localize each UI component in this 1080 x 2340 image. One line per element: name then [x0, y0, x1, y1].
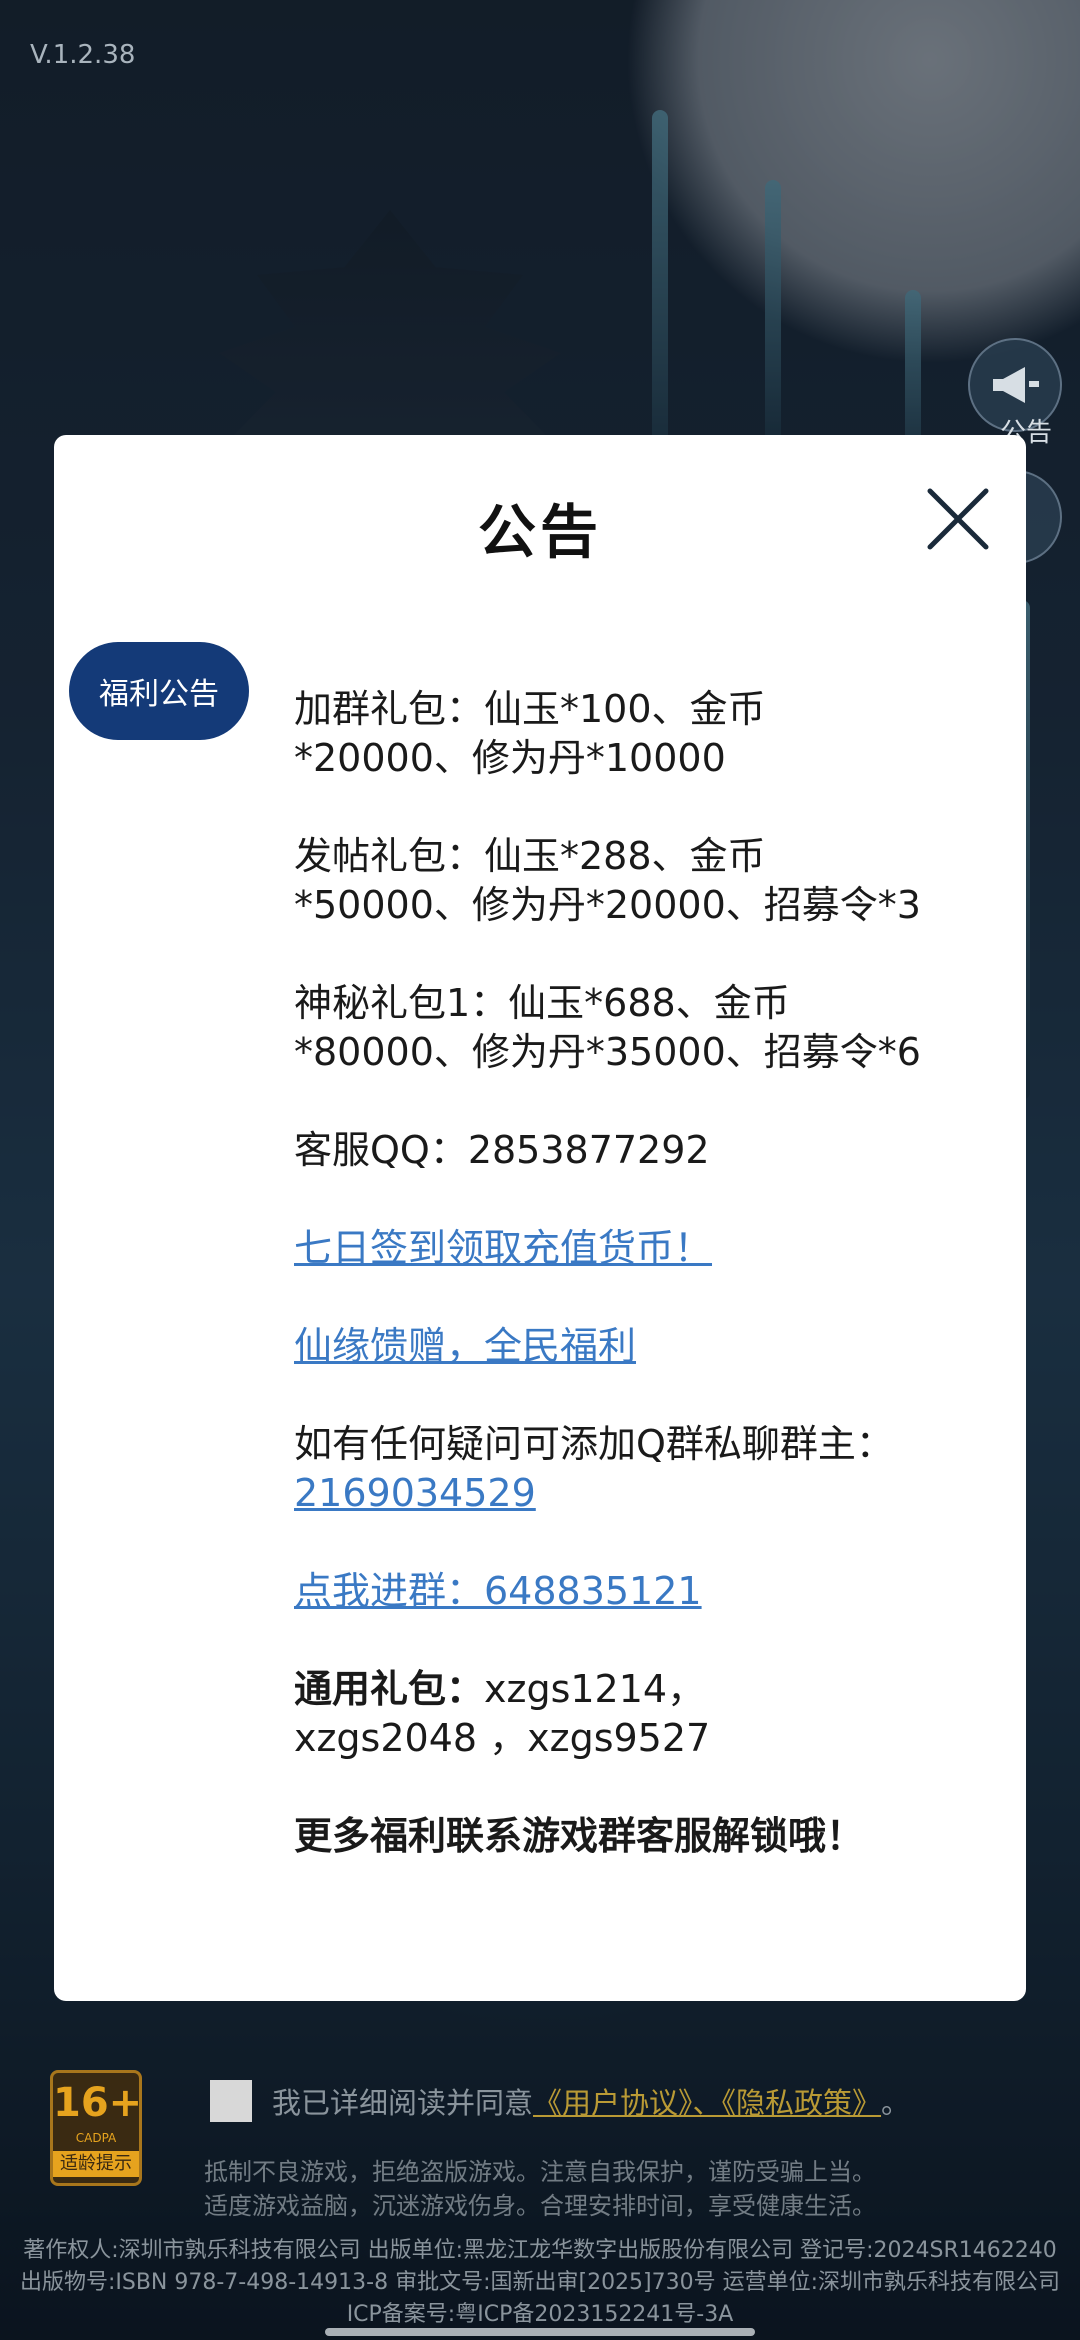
question-contact: 如有任何疑问可添加Q群私聊群主： 2169034529 — [294, 1420, 994, 1518]
gift-join-line2: *20000、修为丹*10000 — [294, 736, 726, 780]
seven-day-signin-link[interactable]: 七日签到领取充值货币！ — [294, 1226, 712, 1270]
gift-code-rest: xzgs2048 ，xzgs9527 — [294, 1716, 711, 1760]
gift-join-group: 加群礼包：仙玉*100、金币 *20000、修为丹*10000 — [294, 685, 994, 783]
gift-code-first: xzgs1214， — [484, 1667, 706, 1711]
age-rating-org: CADPA — [75, 2131, 117, 2145]
join-group-link[interactable]: 点我进群：648835121 — [294, 1569, 702, 1613]
group-owner-link[interactable]: 2169034529 — [294, 1471, 536, 1515]
megaphone-icon — [993, 367, 1039, 403]
support-qq: 客服QQ：2853877292 — [294, 1128, 710, 1172]
close-button[interactable] — [926, 487, 990, 551]
announcement-modal: 公告 福利公告 加群礼包：仙玉*100、金币 *20000、修为丹*10000 … — [54, 435, 1026, 2001]
tab-welfare-announcement[interactable]: 福利公告 — [69, 642, 249, 740]
modal-title: 公告 — [477, 498, 602, 566]
gift-mystery-line1: 神秘礼包1：仙玉*688、金币 — [294, 981, 790, 1025]
gift-mystery: 神秘礼包1：仙玉*688、金币 *80000、修为丹*35000、招募令*6 — [294, 979, 994, 1077]
home-indicator[interactable] — [325, 2328, 755, 2336]
gift-welfare-link[interactable]: 仙缘馈赠，全民福利 — [294, 1324, 636, 1368]
copyright-line-2: 出版物号:ISBN 978-7-498-14913-8 审批文号:国新出审[20… — [19, 2270, 1061, 2295]
agreement-links[interactable]: 《用户协议》、《隐私政策》 — [533, 2080, 881, 2122]
gift-mystery-line2: *80000、修为丹*35000、招募令*6 — [294, 1030, 921, 1074]
agreement-end: 。 — [881, 2086, 911, 2120]
gift-post-line1: 发帖礼包：仙玉*288、金币 — [294, 834, 766, 878]
copyright-line-1: 著作权人:深圳市孰乐科技有限公司 出版单位:黑龙江龙华数字出版股份有限公司 登记… — [23, 2238, 1057, 2263]
announcement-content: 加群礼包：仙玉*100、金币 *20000、修为丹*10000 发帖礼包：仙玉*… — [294, 685, 994, 1910]
age-rating-number: 16+ — [53, 2080, 143, 2126]
health-notice-2: 适度游戏益脑，沉迷游戏伤身。合理安排时间，享受健康生活。 — [204, 2192, 876, 2220]
gift-join-line1: 加群礼包：仙玉*100、金币 — [294, 687, 766, 731]
copyright-line-3: ICP备案号:粤ICP备2023152241号-3A — [346, 2302, 734, 2327]
health-notice-1: 抵制不良游戏，拒绝盗版游戏。注意自我保护，谨防受骗上当。 — [204, 2158, 876, 2186]
question-text: 如有任何疑问可添加Q群私聊群主： — [294, 1422, 894, 1466]
version-label: V.1.2.38 — [30, 40, 136, 70]
agreement-row: 我已详细阅读并同意 《用户协议》、《隐私政策》 。 — [210, 2080, 910, 2122]
more-welfare-text: 更多福利联系游戏群客服解锁哦！ — [294, 1814, 865, 1858]
gift-post-line2: *50000、修为丹*20000、招募令*3 — [294, 883, 921, 927]
agreement-checkbox[interactable] — [210, 2080, 252, 2122]
agreement-text: 我已详细阅读并同意 — [272, 2086, 534, 2120]
close-icon — [927, 488, 989, 550]
gift-post: 发帖礼包：仙玉*288、金币 *50000、修为丹*20000、招募令*3 — [294, 832, 994, 930]
gift-code-label: 通用礼包： — [294, 1667, 485, 1711]
gift-codes: 通用礼包：xzgs1214， xzgs2048 ，xzgs9527 — [294, 1665, 994, 1763]
